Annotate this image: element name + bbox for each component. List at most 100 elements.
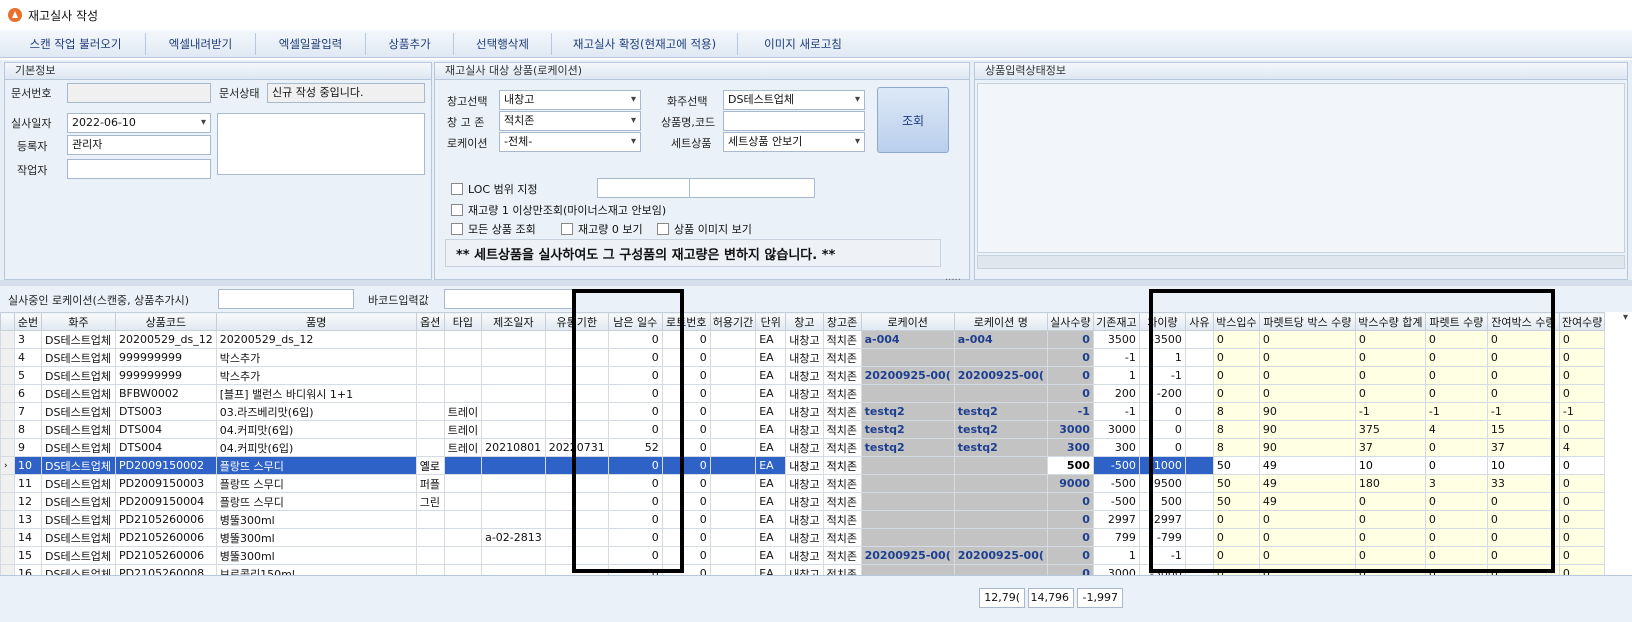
table-cell[interactable]: 0 (1486, 528, 1560, 547)
table-cell[interactable] (481, 384, 546, 403)
table-cell[interactable]: 내창고 (785, 492, 824, 511)
table-cell[interactable]: 0 (1558, 384, 1606, 403)
table-cell[interactable] (544, 366, 609, 385)
table-cell[interactable]: -1 (1354, 402, 1426, 421)
table-cell[interactable]: EA (755, 456, 787, 475)
table-cell[interactable]: 799 (1092, 528, 1140, 547)
table-cell[interactable]: -500 (1092, 474, 1140, 493)
table-cell[interactable]: 0 (1212, 384, 1260, 403)
status-scrollbar[interactable] (977, 255, 1625, 269)
table-cell[interactable] (443, 492, 483, 511)
table-cell[interactable]: 0 (1354, 510, 1426, 529)
table-cell[interactable]: 0 (1424, 330, 1488, 349)
table-cell[interactable] (1184, 438, 1214, 457)
column-header[interactable]: 박스입수 (1212, 312, 1260, 331)
table-cell[interactable]: 적치존 (822, 510, 862, 529)
table-cell[interactable]: 0 (1424, 546, 1488, 565)
column-header[interactable]: 상품코드 (115, 312, 217, 331)
table-cell[interactable]: 0 (607, 330, 663, 349)
table-cell[interactable]: testq2 (953, 402, 1048, 421)
table-cell[interactable] (1184, 510, 1214, 529)
table-cell[interactable]: 0 (1354, 492, 1426, 511)
barcode-input[interactable] (444, 289, 576, 309)
table-cell[interactable]: 0 (661, 438, 711, 457)
column-header[interactable]: 타입 (443, 312, 483, 331)
table-cell[interactable]: 0 (1486, 384, 1560, 403)
table-cell[interactable]: 0 (1424, 348, 1488, 367)
table-cell[interactable]: EA (755, 384, 787, 403)
column-header[interactable]: 허용기간 (709, 312, 757, 331)
table-cell[interactable]: 0 (1424, 438, 1488, 457)
table-row[interactable]: 15 DS테스트업체 PD2105260006 병뚤300ml 0 0 EA 내창고 적치존 20… (0, 546, 1606, 565)
table-cell[interactable] (443, 528, 483, 547)
table-cell[interactable]: 0 (1212, 510, 1260, 529)
table-cell[interactable] (481, 348, 546, 367)
worker-field[interactable] (67, 159, 211, 179)
table-cell[interactable] (860, 456, 955, 475)
table-cell[interactable]: 12 (14, 492, 42, 511)
table-cell[interactable]: 플랑뜨 스무디 (215, 492, 417, 511)
table-cell[interactable]: 0 (1558, 546, 1606, 565)
table-cell[interactable] (443, 474, 483, 493)
table-cell[interactable]: 0 (1138, 420, 1186, 439)
table-cell[interactable]: 10 (1354, 456, 1426, 475)
table-cell[interactable]: EA (755, 546, 787, 565)
table-cell[interactable]: -3500 (1138, 330, 1186, 349)
table-cell[interactable]: 플랑뜨 스무디 (215, 456, 417, 475)
loc-to-input[interactable] (689, 178, 815, 198)
table-cell[interactable]: DTS003 (115, 402, 217, 421)
table-cell[interactable] (481, 510, 546, 529)
table-cell[interactable]: 0 (1558, 474, 1606, 493)
table-cell[interactable]: 300 (1046, 438, 1094, 457)
table-cell[interactable]: 0 (661, 348, 711, 367)
table-cell[interactable]: DS테스트업체 (41, 348, 116, 367)
table-cell[interactable] (544, 510, 609, 529)
table-cell[interactable]: -799 (1138, 528, 1186, 547)
load-scan-button[interactable]: 스캔 작업 불러오기 (6, 32, 146, 55)
table-cell[interactable] (481, 456, 546, 475)
table-cell[interactable]: -1 (1046, 402, 1094, 421)
all-products-check[interactable]: 모든 상품 조회 (451, 221, 536, 237)
table-cell[interactable]: 0 (1558, 456, 1606, 475)
table-cell[interactable]: 15 (14, 546, 42, 565)
table-cell[interactable]: 0 (1354, 366, 1426, 385)
table-cell[interactable] (709, 384, 757, 403)
table-cell[interactable] (1184, 546, 1214, 565)
table-cell[interactable] (1184, 330, 1214, 349)
table-cell[interactable]: 0 (607, 384, 663, 403)
inventory-grid[interactable]: 순번 화주 상품코드 품명 옵션 타입 제조일자 유통기한 남은 일수 로트번호 허용기간 단위 창고 창… (0, 312, 1632, 589)
table-cell[interactable]: 병뚤300ml (215, 510, 417, 529)
table-cell[interactable]: 3000 (1046, 420, 1094, 439)
table-cell[interactable] (443, 546, 483, 565)
column-header[interactable]: 로케이션 (860, 312, 955, 331)
table-cell[interactable]: 내창고 (785, 546, 824, 565)
table-cell[interactable]: 내창고 (785, 384, 824, 403)
column-header[interactable]: 창고 (785, 312, 824, 331)
table-cell[interactable]: 20200529_ds_12 (115, 330, 217, 349)
table-cell[interactable]: 0 (607, 402, 663, 421)
table-cell[interactable]: EA (755, 402, 787, 421)
table-cell[interactable]: 0 (607, 456, 663, 475)
table-cell[interactable]: 0 (1258, 546, 1356, 565)
table-cell[interactable]: 0 (1212, 330, 1260, 349)
table-row[interactable]: 9 DS테스트업체 DTS004 04.커피맛(6입) 트레이 20210801 20220… (0, 438, 1606, 457)
table-cell[interactable]: EA (755, 528, 787, 547)
table-cell[interactable] (544, 456, 609, 475)
column-header[interactable]: 로트번호 (661, 312, 711, 331)
excel-download-button[interactable]: 엑셀내려받기 (146, 32, 256, 55)
table-cell[interactable]: 0 (1486, 366, 1560, 385)
table-cell[interactable]: 2997 (1092, 510, 1140, 529)
table-cell[interactable]: 0 (1354, 528, 1426, 547)
table-cell[interactable] (415, 402, 445, 421)
table-cell[interactable]: 50 (1212, 456, 1260, 475)
table-cell[interactable] (709, 348, 757, 367)
table-cell[interactable]: DS테스트업체 (41, 402, 116, 421)
table-cell[interactable]: DS테스트업체 (41, 366, 116, 385)
table-row[interactable]: 6 DS테스트업체 BFBW0002 [블프] 밸런스 바디워시 1+1 0 0 EA 내창고… (0, 384, 1606, 403)
table-cell[interactable]: 0 (1258, 366, 1356, 385)
table-cell[interactable] (443, 330, 483, 349)
table-cell[interactable]: 52 (607, 438, 663, 457)
table-cell[interactable]: 적치존 (822, 384, 862, 403)
table-cell[interactable]: 0 (1138, 402, 1186, 421)
table-cell[interactable] (481, 420, 546, 439)
